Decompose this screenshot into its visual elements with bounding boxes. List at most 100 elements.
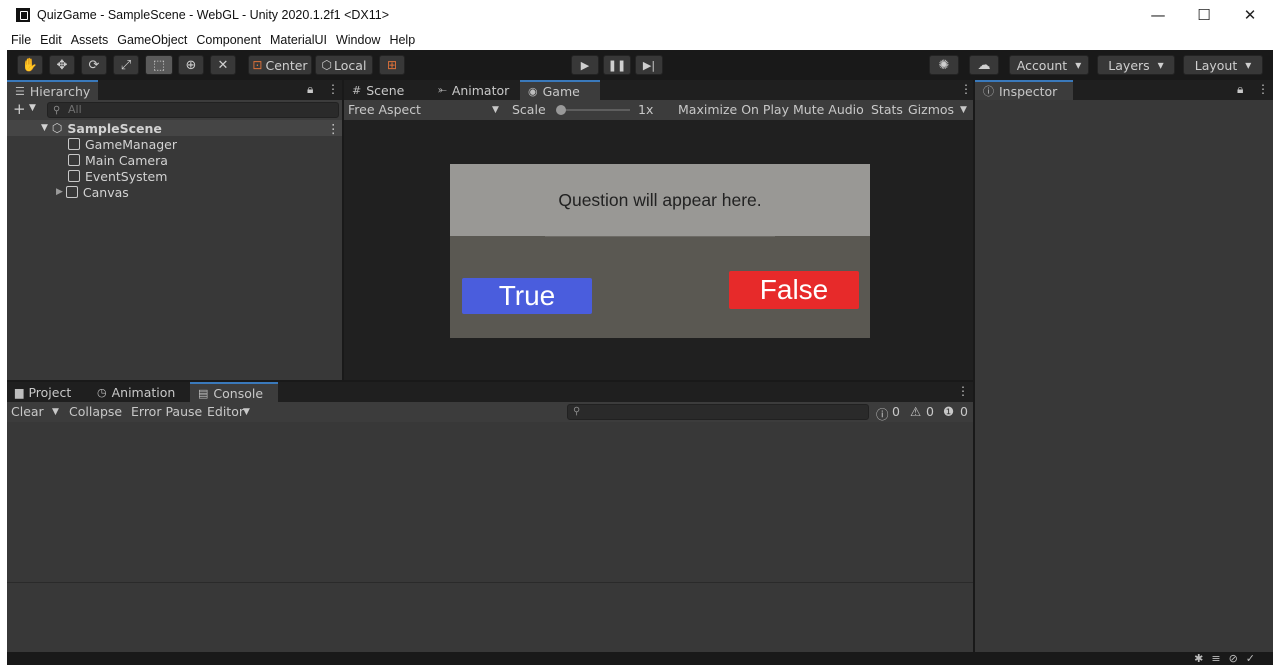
cloud-icon: ☁ <box>977 57 991 73</box>
maximize-button[interactable]: ☐ <box>1181 0 1227 30</box>
tab-game[interactable]: ◉ Game <box>520 80 600 100</box>
clock-icon: ◷ <box>97 385 107 399</box>
gizmos-dropdown-icon[interactable]: ▼ <box>960 105 967 115</box>
pause-button[interactable]: ❚❚ <box>603 55 631 75</box>
scale-slider[interactable] <box>556 105 630 115</box>
scene-name: SampleScene <box>67 120 162 136</box>
game-panel: # Scene ⤜ Animator ◉ Game ⋮ Free Aspect … <box>344 80 973 380</box>
hierarchy-tabbar: ☰ Hierarchy 🔒︎ ⋮ <box>7 80 342 100</box>
add-dropdown-icon[interactable]: ▼ <box>29 103 36 113</box>
menu-file[interactable]: File <box>11 33 31 47</box>
maximize-on-play-toggle[interactable]: Maximize On Play <box>678 102 789 117</box>
error-pause-toggle[interactable]: Error Pause <box>131 404 202 419</box>
tree-item-main-camera[interactable]: Main Camera <box>7 152 168 168</box>
rotate-icon: ⟳ <box>88 57 100 73</box>
false-button-label: False <box>759 274 829 305</box>
transform-icon: ⊕ <box>185 57 197 73</box>
gameobject-icon <box>68 154 80 166</box>
close-button[interactable]: ✕ <box>1227 0 1273 30</box>
hierarchy-search-placeholder: All <box>68 103 82 116</box>
game-canvas[interactable]: Question will appear here. True False <box>344 120 973 380</box>
tab-hierarchy[interactable]: ☰ Hierarchy <box>7 80 99 100</box>
tree-item-gamemanager[interactable]: GameManager <box>7 136 177 152</box>
status-bar: ✱≡⊘✓ <box>7 652 1273 665</box>
tree-item-eventsystem[interactable]: EventSystem <box>7 168 167 184</box>
layout-dropdown[interactable]: Layout <box>1183 55 1263 75</box>
mute-audio-toggle[interactable]: Mute Audio <box>793 102 864 117</box>
menu-assets[interactable]: Assets <box>71 33 109 47</box>
account-label: Account <box>1016 57 1068 73</box>
minimize-button[interactable]: — <box>1135 0 1181 30</box>
add-icon[interactable]: + <box>13 100 26 118</box>
step-button[interactable]: ▶| <box>635 55 663 75</box>
tab-label: Scene <box>366 82 405 98</box>
collab-button[interactable]: ✺ <box>929 55 959 75</box>
collapse-toggle[interactable]: Collapse <box>69 404 122 419</box>
stats-toggle[interactable]: Stats <box>871 102 903 117</box>
kebab-menu-icon[interactable]: ⋮ <box>960 82 972 96</box>
menu-help[interactable]: Help <box>389 33 415 47</box>
log-count-icon[interactable]: ⓘ <box>876 404 889 423</box>
tree-item-samplescene[interactable]: ▼ ⬡ SampleScene ⋮ <box>7 120 342 136</box>
scale-icon: ⤢ <box>120 57 132 73</box>
scale-slider-thumb[interactable] <box>556 105 566 115</box>
inspector-panel: ⓘ Inspector 🔒︎ ⋮ <box>975 80 1273 652</box>
move-tool-button[interactable]: ✥ <box>49 55 75 75</box>
kebab-menu-icon[interactable]: ⋮ <box>327 82 339 96</box>
scale-tool-button[interactable]: ⤢ <box>113 55 139 75</box>
pivot-center-button[interactable]: ⊡ Center <box>248 55 312 75</box>
warning-icon[interactable]: ⚠ <box>910 404 921 419</box>
tab-animator[interactable]: ⤜ Animator <box>430 80 517 100</box>
editor-dropdown-icon[interactable]: ▼ <box>243 407 250 417</box>
bug-icon[interactable]: ✱ <box>1194 652 1211 665</box>
true-button[interactable]: True <box>462 278 592 314</box>
question-text: Question will appear here. <box>558 189 762 210</box>
tab-scene[interactable]: # Scene <box>344 80 412 100</box>
stack-icon[interactable]: ≡ <box>1211 652 1228 665</box>
play-button[interactable]: ▶ <box>571 55 599 75</box>
cloud-button[interactable]: ☁ <box>969 55 999 75</box>
kebab-menu-icon[interactable]: ⋮ <box>957 384 969 398</box>
scene-menu-icon[interactable]: ⋮ <box>327 121 340 136</box>
tab-inspector[interactable]: ⓘ Inspector <box>975 80 1073 100</box>
rotate-tool-button[interactable]: ⟳ <box>81 55 107 75</box>
kebab-menu-icon[interactable]: ⋮ <box>1257 82 1269 96</box>
clear-button[interactable]: Clear <box>11 404 44 419</box>
menu-gameobject[interactable]: GameObject <box>117 33 187 47</box>
hand-tool-button[interactable]: ✋ <box>17 55 43 75</box>
console-log-list[interactable] <box>7 422 973 582</box>
console-search-input[interactable]: ⚲ <box>567 404 869 420</box>
layers-dropdown[interactable]: Layers <box>1097 55 1175 75</box>
menu-edit[interactable]: Edit <box>40 33 62 47</box>
hierarchy-title: Hierarchy <box>29 83 91 99</box>
aspect-dropdown-icon[interactable]: ▼ <box>492 105 499 115</box>
grid-snap-button[interactable]: ⊞ <box>379 55 405 75</box>
collapse-arrow-icon: ▶ <box>56 187 63 197</box>
pivot-local-button[interactable]: ⬡ Local <box>315 55 373 75</box>
transform-tool-button[interactable]: ⊕ <box>178 55 204 75</box>
menu-window[interactable]: Window <box>336 33 380 47</box>
console-detail-divider[interactable] <box>7 582 973 583</box>
tab-console[interactable]: ▤ Console <box>190 382 278 402</box>
gizmos-toggle[interactable]: Gizmos <box>908 102 954 117</box>
aspect-dropdown[interactable]: Free Aspect <box>348 102 421 117</box>
lock-icon[interactable]: 🔒︎ <box>307 82 313 97</box>
error-icon[interactable]: ❶ <box>943 404 954 419</box>
menu-component[interactable]: Component <box>196 33 261 47</box>
tab-animation[interactable]: ◷ Animation <box>89 382 183 402</box>
tree-item-canvas[interactable]: ▶ Canvas <box>7 184 129 200</box>
lock-icon[interactable]: 🔒︎ <box>1237 82 1243 97</box>
hierarchy-search-input[interactable]: ⚲ All <box>47 102 339 118</box>
menu-materialui[interactable]: MaterialUI <box>270 33 327 47</box>
no-sync-icon[interactable]: ⊘ <box>1229 652 1246 665</box>
rect-tool-button[interactable]: ⬚ <box>145 55 173 75</box>
custom-tool-button[interactable]: ✕ <box>210 55 236 75</box>
clear-dropdown-icon[interactable]: ▼ <box>52 407 59 417</box>
tab-project[interactable]: ▆ Project <box>7 382 79 402</box>
check-icon[interactable]: ✓ <box>1246 652 1263 665</box>
hierarchy-search-row: + ▼ ⚲ All <box>7 100 342 120</box>
editor-dropdown[interactable]: Editor <box>207 404 244 419</box>
account-dropdown[interactable]: Account <box>1009 55 1089 75</box>
tree-item-label: Main Camera <box>85 152 168 168</box>
false-button[interactable]: False <box>729 271 859 309</box>
